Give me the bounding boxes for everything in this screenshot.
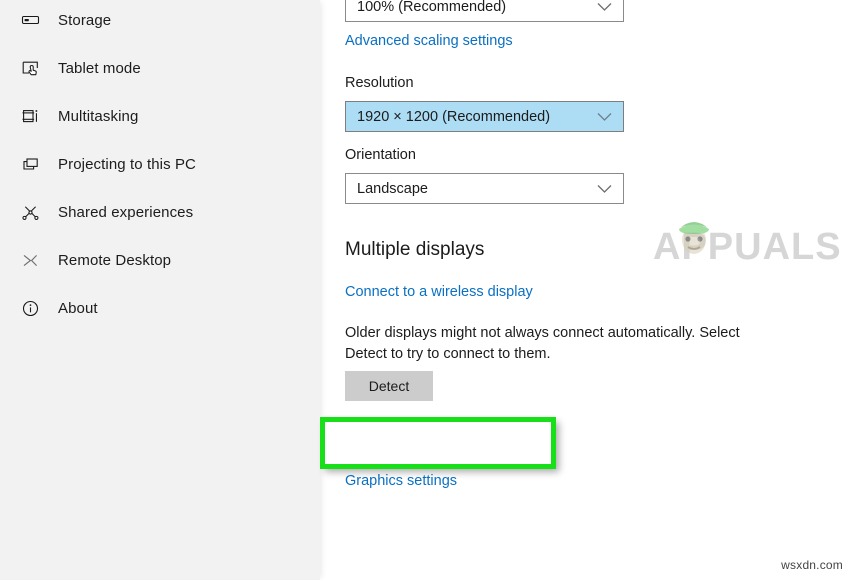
chevron-down-icon	[597, 184, 612, 193]
orientation-label: Orientation	[345, 147, 416, 163]
orientation-dropdown[interactable]: Landscape	[345, 173, 624, 204]
sidebar-item-storage[interactable]: Storage	[0, 0, 320, 40]
sidebar-item-label: Multitasking	[58, 107, 139, 125]
display-settings-window: Storage Tablet mode Multitasking Project…	[0, 0, 853, 580]
resolution-label: Resolution	[345, 75, 414, 91]
multiple-displays-heading: Multiple displays	[345, 239, 485, 260]
scale-dropdown[interactable]: 100% (Recommended)	[345, 0, 624, 22]
sidebar-item-projecting-to-this-pc[interactable]: Projecting to this PC	[0, 144, 320, 184]
sidebar-item-shared-experiences[interactable]: Shared experiences	[0, 192, 320, 232]
chevron-down-icon	[597, 112, 612, 121]
detect-button[interactable]: Detect	[345, 371, 433, 401]
storage-drive-icon	[14, 11, 46, 30]
sidebar-item-label: Storage	[58, 11, 112, 29]
advanced-scaling-settings-link[interactable]: Advanced scaling settings	[345, 33, 513, 49]
watermark-logo-icon	[679, 222, 709, 254]
watermark-text: APPUALS	[653, 226, 842, 268]
site-credit-text: wsxdn.com	[781, 558, 843, 572]
multitasking-icon	[14, 107, 46, 126]
annotation-highlight-box	[320, 417, 556, 469]
chevron-down-icon	[597, 2, 612, 11]
resolution-dropdown[interactable]: 1920 × 1200 (Recommended)	[345, 101, 624, 132]
settings-sidebar: Storage Tablet mode Multitasking Project…	[0, 0, 320, 580]
sidebar-item-label: Tablet mode	[58, 59, 141, 77]
graphics-settings-link[interactable]: Graphics settings	[345, 473, 457, 489]
resolution-dropdown-value: 1920 × 1200 (Recommended)	[357, 108, 551, 125]
shared-nodes-icon	[14, 203, 46, 222]
sidebar-item-label: Remote Desktop	[58, 251, 172, 269]
sidebar-item-tablet-mode[interactable]: Tablet mode	[0, 48, 320, 88]
sidebar-item-label: Shared experiences	[58, 203, 194, 221]
info-circle-icon	[14, 299, 46, 318]
appuals-watermark: APPUALS	[653, 214, 853, 272]
orientation-dropdown-value: Landscape	[357, 180, 428, 197]
display-settings-pane: APPUALS 100% (Recommended) Advanced scal…	[320, 0, 853, 580]
remote-desktop-icon	[14, 251, 46, 270]
projecting-icon	[14, 155, 46, 174]
sidebar-item-remote-desktop[interactable]: Remote Desktop	[0, 240, 320, 280]
sidebar-item-label: Projecting to this PC	[58, 155, 196, 173]
sidebar-item-label: About	[58, 299, 98, 317]
connect-wireless-display-link[interactable]: Connect to a wireless display	[345, 284, 533, 300]
sidebar-item-multitasking[interactable]: Multitasking	[0, 96, 320, 136]
scale-dropdown-value: 100% (Recommended)	[357, 0, 507, 15]
tablet-touch-icon	[14, 59, 46, 78]
sidebar-item-about[interactable]: About	[0, 288, 320, 328]
multiple-displays-description: Older displays might not always connect …	[345, 325, 740, 362]
